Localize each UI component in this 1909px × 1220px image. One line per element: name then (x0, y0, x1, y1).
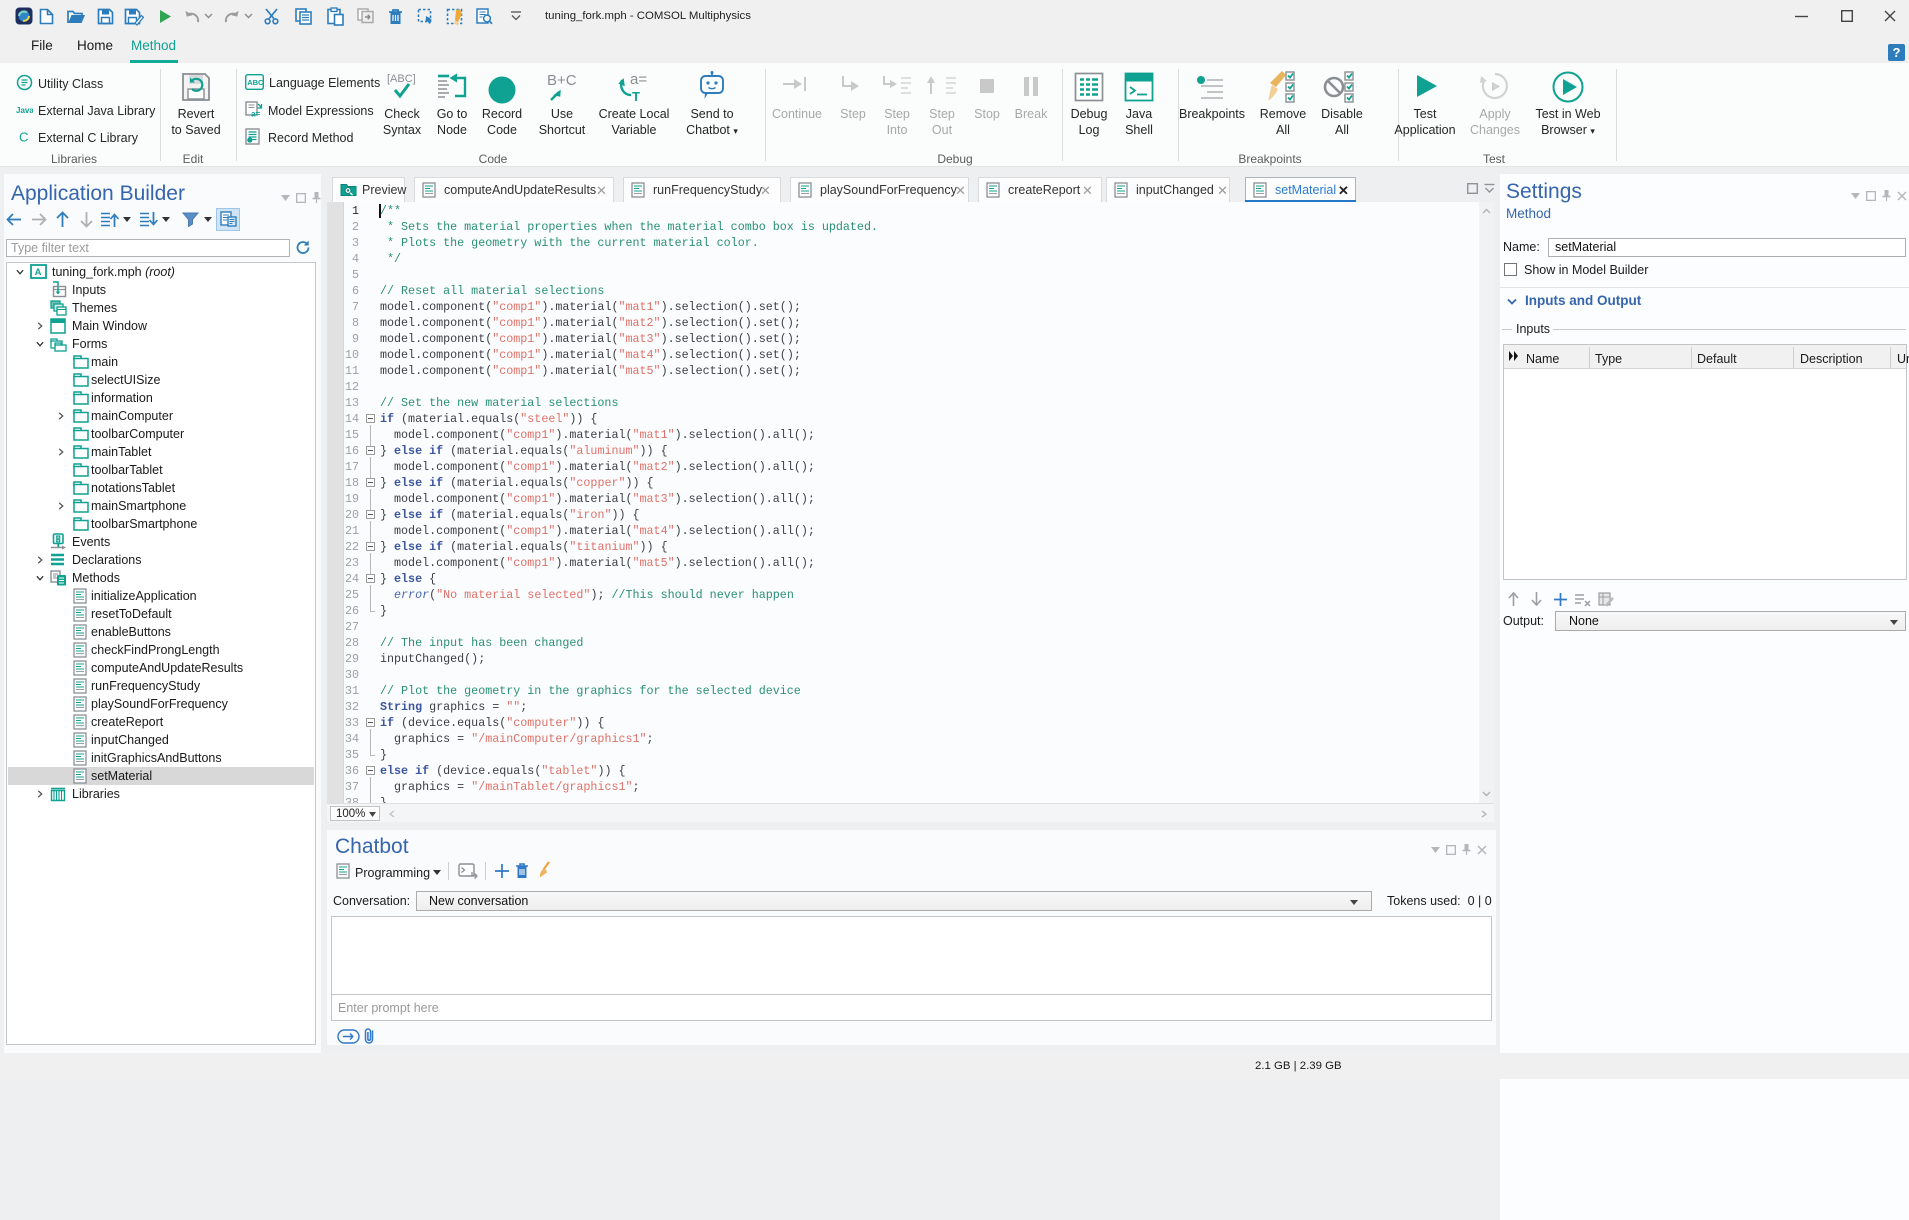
svg-text:Java: Java (16, 106, 33, 115)
svg-text:C: C (19, 130, 28, 145)
svg-text:ABC: ABC (247, 78, 264, 87)
svg-text:[ABC]: [ABC] (387, 73, 416, 85)
svg-text:a=: a= (251, 110, 260, 119)
svg-text:T: T (632, 89, 640, 104)
svg-text:A: A (35, 267, 42, 278)
svg-text:a=: a= (630, 71, 647, 88)
svg-text:B+C: B+C (547, 72, 577, 89)
